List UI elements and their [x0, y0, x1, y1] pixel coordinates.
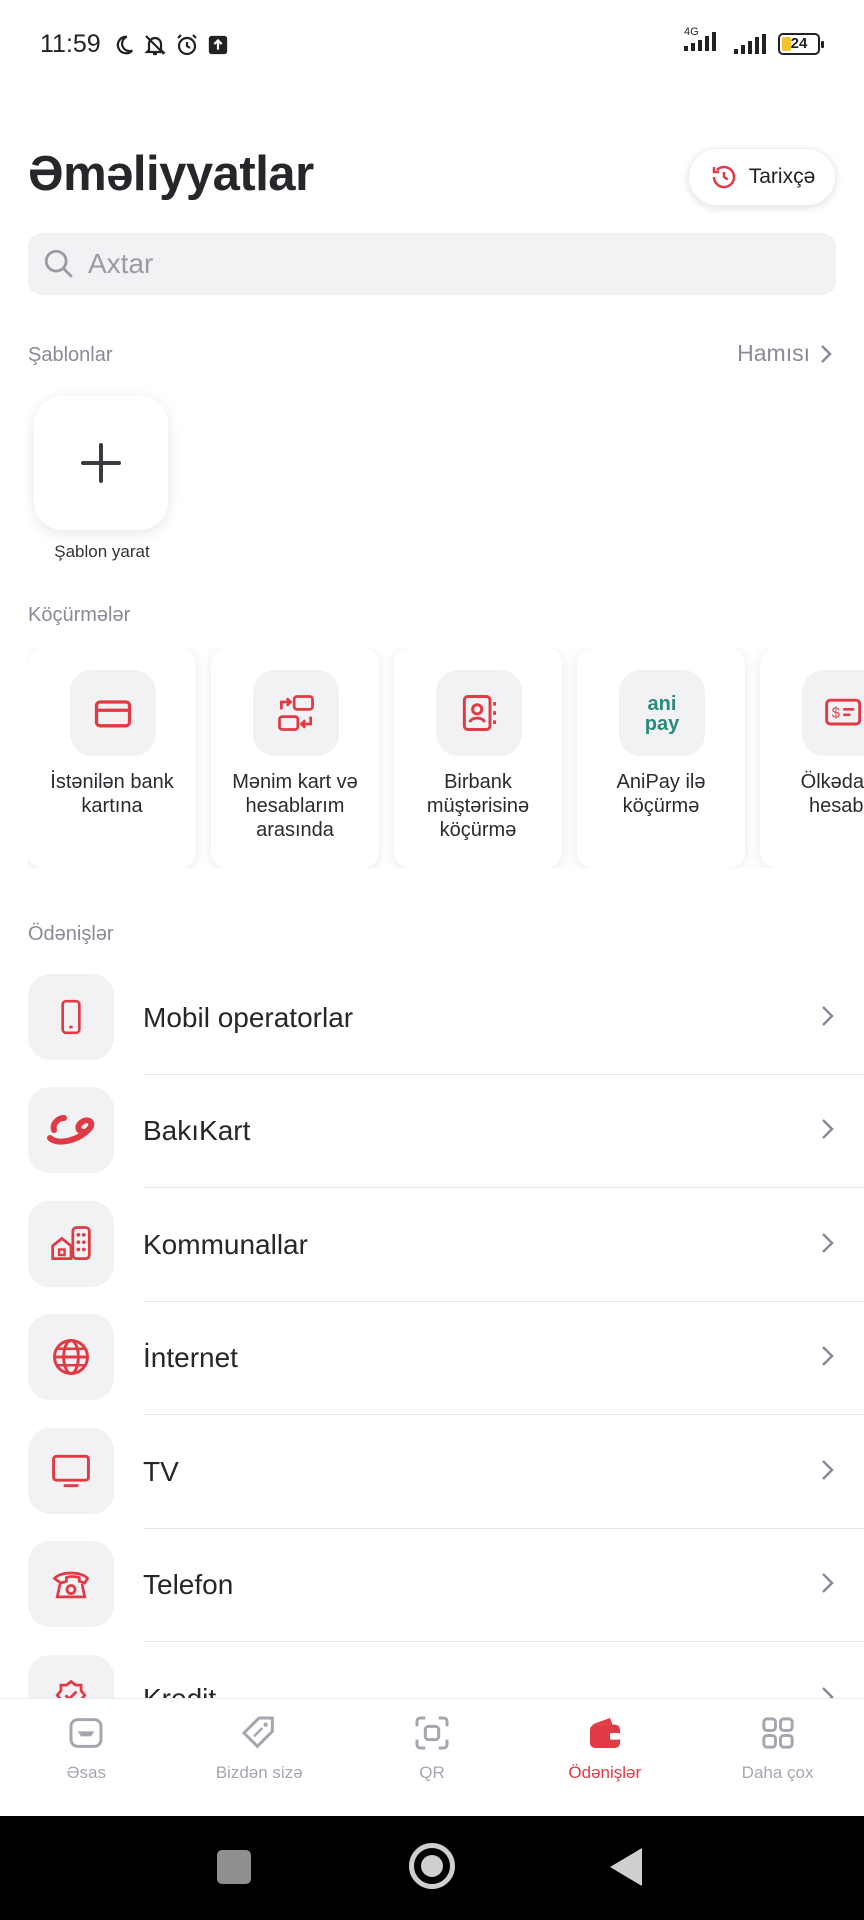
recents-button[interactable]: [217, 1850, 251, 1884]
nav-item-payments[interactable]: Ödənişlər: [518, 1699, 691, 1816]
transfer-card-label: Mənim kart və hesablarım arasında: [232, 771, 358, 841]
history-icon: [712, 165, 735, 189]
grid-icon: [761, 1717, 794, 1749]
search-icon: [44, 249, 73, 278]
divider: [143, 1187, 864, 1188]
transfer-card-label: İstənilən bank kartına: [50, 771, 174, 817]
payment-row-label: Telefon: [143, 1569, 234, 1600]
search-input[interactable]: [88, 248, 788, 280]
alarm-icon: [176, 33, 197, 55]
payment-row-label: Kredit: [143, 1683, 216, 1698]
card-icon: [94, 700, 132, 728]
transfer-card-any-bank[interactable]: İstənilən bank kartına: [28, 648, 196, 868]
divider: [143, 1641, 864, 1642]
credit-icon: [55, 1679, 87, 1698]
utilities-icon: [51, 1226, 91, 1261]
payment-row-credit[interactable]: Kredit: [0, 1655, 864, 1698]
payment-row-mobile[interactable]: Mobil operatorlar: [0, 974, 864, 1088]
transfer-card-between-own[interactable]: Mənim kart və hesablarım arasında: [211, 648, 379, 868]
globe-icon: [53, 1339, 89, 1375]
status-time: 11:59: [40, 30, 101, 58]
transfer-card-anipay[interactable]: ani pay AniPay ilə köçürmə: [577, 648, 745, 868]
nav-item-offers[interactable]: Bizdən sizə: [173, 1699, 346, 1816]
templates-section-label: Şablonlar: [28, 344, 113, 366]
payment-row-bakikart[interactable]: BakıKart: [0, 1087, 864, 1201]
tv-icon: [52, 1454, 90, 1488]
payment-row-internet[interactable]: İnternet: [0, 1314, 864, 1428]
payment-row-tv[interactable]: TV: [0, 1428, 864, 1542]
contact-book-icon: [462, 695, 497, 731]
network-type: 4G: [684, 26, 699, 38]
invoice-icon: $: [825, 698, 862, 726]
telephone-icon: [52, 1571, 90, 1599]
battery-level: 24: [790, 35, 808, 52]
divider: [143, 1414, 864, 1415]
create-template-label: Şablon yarat: [54, 542, 150, 561]
payment-row-label: Mobil operatorlar: [143, 1002, 354, 1033]
payment-row-label: İnternet: [143, 1342, 238, 1373]
transfers-section-label: Köçürmələr: [28, 604, 131, 626]
nav-item-qr[interactable]: QR: [346, 1699, 519, 1816]
page-title: Əməliyyatlar: [28, 147, 314, 201]
payment-row-label: Kommunallar: [143, 1229, 308, 1260]
chevron-right-icon: [822, 1687, 834, 1698]
svg-text:$: $: [832, 706, 840, 722]
qr-scan-icon: [415, 1716, 449, 1750]
chevron-right-icon: [822, 1573, 834, 1593]
see-all-templates-link[interactable]: Hamısı: [737, 340, 836, 367]
chevron-right-icon: [822, 1119, 834, 1139]
nav-item-more[interactable]: Daha çox: [691, 1699, 864, 1816]
nav-label: Daha çox: [741, 1763, 814, 1782]
bottom-navigation: Əsas Bizdən sizə QR Ödənişlər Daha çox: [0, 1698, 864, 1816]
tag-icon: [242, 1716, 275, 1749]
search-bar[interactable]: [28, 233, 836, 295]
divider: [143, 1074, 864, 1075]
payment-row-label: TV: [143, 1456, 179, 1487]
wallet-icon: [589, 1718, 620, 1748]
svg-text:pay: pay: [645, 713, 680, 735]
transfer-between-icon: [278, 695, 314, 731]
transfers-carousel[interactable]: İstənilən bank kartına Mənim kart və hes…: [28, 648, 864, 868]
moon-icon: [116, 35, 133, 54]
chevron-right-icon: [822, 1460, 834, 1480]
transfer-card-label: AniPay ilə köçürmə: [616, 771, 706, 817]
payments-section-label: Ödənişlər: [28, 923, 114, 945]
divider: [143, 1301, 864, 1302]
battery-icon: 24: [778, 32, 824, 55]
payment-row-telephone[interactable]: Telefon: [0, 1541, 864, 1655]
payment-row-label: BakıKart: [143, 1115, 251, 1146]
history-label: Tarixçə: [748, 165, 816, 188]
history-button[interactable]: Tarixçə: [688, 148, 836, 206]
chevron-right-icon: [822, 1233, 834, 1253]
plus-icon: [81, 443, 121, 483]
mobile-phone-icon: [61, 999, 81, 1035]
anipay-logo: ani pay: [645, 693, 680, 735]
transfer-card-label: Birbank müştərisinə köçürmə: [426, 771, 530, 841]
transfer-card-domestic[interactable]: $ Ölkədaxili hesabla: [760, 648, 864, 868]
divider: [143, 1528, 864, 1529]
bakikart-logo: [47, 1115, 95, 1145]
home-button[interactable]: [409, 1843, 455, 1889]
chevron-right-icon: [822, 1346, 834, 1366]
nav-label: QR: [419, 1763, 445, 1782]
status-bar: 11:59 4G 24: [0, 0, 864, 92]
back-button[interactable]: [610, 1848, 642, 1886]
transfer-card-label: Ölkədaxili hesabla: [800, 771, 864, 817]
nav-item-home[interactable]: Əsas: [0, 1699, 173, 1816]
create-template-button[interactable]: [34, 396, 168, 530]
signal-icon-2: [734, 33, 766, 54]
nav-label: Bizdən sizə: [215, 1763, 303, 1782]
upload-icon: [208, 35, 227, 54]
home-card-icon: [69, 1718, 103, 1748]
payment-row-utilities[interactable]: Kommunallar: [0, 1201, 864, 1315]
nav-label: Ödənişlər: [568, 1763, 642, 1782]
notifications-off-icon: [144, 34, 166, 55]
svg-text:ani: ani: [648, 693, 677, 715]
chevron-right-icon: [821, 344, 832, 363]
see-all-label: Hamısı: [737, 340, 810, 366]
chevron-right-icon: [822, 1006, 834, 1026]
transfer-card-birbank[interactable]: Birbank müştərisinə köçürmə: [394, 648, 562, 868]
nav-label: Əsas: [66, 1763, 107, 1782]
